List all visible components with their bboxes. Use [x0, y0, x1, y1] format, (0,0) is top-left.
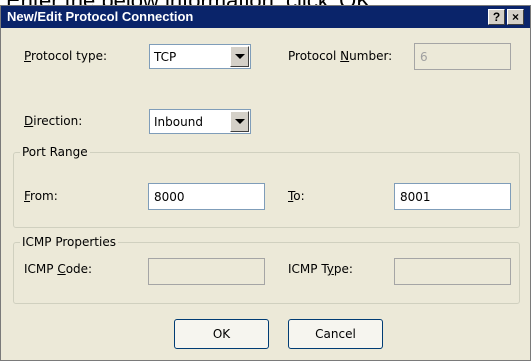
port-to-input[interactable]: 8001 — [394, 183, 511, 210]
port-to-label: To: — [288, 189, 305, 203]
port-from-label: From: — [24, 189, 58, 203]
direction-value: Inbound — [154, 115, 203, 129]
direction-select[interactable]: Inbound — [149, 109, 251, 134]
icmp-type-input — [394, 258, 511, 285]
direction-label: Direction: — [24, 114, 83, 128]
protocol-number-field: 6 — [414, 43, 511, 70]
help-button[interactable]: ? — [488, 9, 505, 25]
port-from-input[interactable]: 8000 — [148, 183, 265, 210]
port-range-title: Port Range — [20, 145, 90, 159]
chevron-down-icon[interactable] — [230, 111, 249, 132]
protocol-type-select[interactable]: TCP — [149, 44, 251, 69]
close-button[interactable]: × — [507, 9, 524, 25]
cancel-button[interactable]: Cancel — [288, 319, 383, 349]
ok-button[interactable]: OK — [174, 319, 269, 349]
chevron-down-icon[interactable] — [230, 46, 249, 67]
protocol-type-value: TCP — [154, 50, 177, 64]
protocol-number-label: Protocol Number: — [288, 49, 393, 63]
icmp-properties-title: ICMP Properties — [20, 235, 118, 249]
title-bar: New/Edit Protocol Connection ? × — [1, 6, 530, 28]
icmp-code-label: ICMP Code: — [24, 262, 93, 276]
protocol-connection-dialog: New/Edit Protocol Connection ? × Protoco… — [0, 5, 531, 361]
icmp-code-input — [148, 258, 265, 285]
dialog-title: New/Edit Protocol Connection — [7, 9, 194, 24]
icmp-type-label: ICMP Type: — [288, 262, 353, 276]
protocol-type-label: Protocol type: — [24, 49, 108, 63]
